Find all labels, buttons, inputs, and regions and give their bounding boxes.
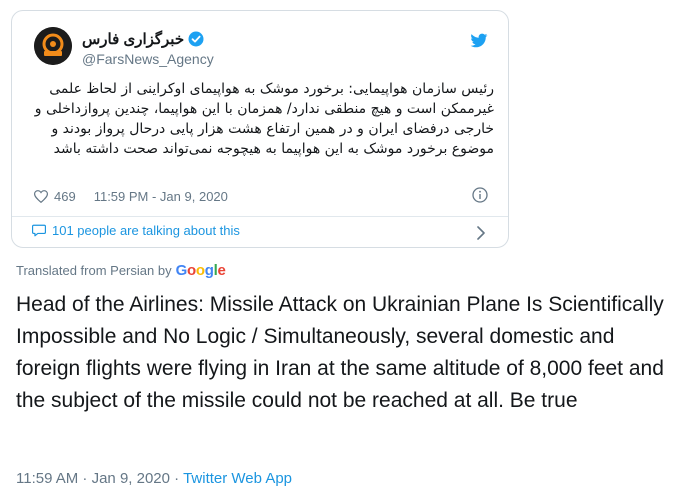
google-logo-letter: o (195, 262, 205, 279)
google-logo-letter: g (204, 262, 214, 279)
google-logo-letter: o (186, 262, 196, 279)
like-count[interactable]: 469 (54, 189, 76, 204)
account-name[interactable]: خبرگزاری فارس (82, 30, 184, 48)
translation-attribution[interactable]: Translated from Persian by Google (16, 262, 226, 279)
google-logo-letter: G (175, 262, 188, 279)
tweet-text: رئیس سازمان هواپیمایی: برخورد موشک به هو… (34, 81, 494, 157)
avatar[interactable] (34, 27, 72, 65)
talking-count-label[interactable]: 101 people are talking about this (52, 223, 240, 238)
account-handle[interactable]: @FarsNews_Agency (82, 51, 214, 67)
verified-badge-icon (188, 31, 204, 47)
divider (12, 216, 508, 217)
twitter-bird-icon[interactable] (470, 33, 488, 49)
google-logo: Google (176, 262, 226, 279)
info-icon[interactable] (472, 187, 488, 203)
chevron-right-icon[interactable] (476, 226, 486, 240)
google-logo-letter: e (217, 262, 226, 279)
source-app-link[interactable]: Twitter Web App (183, 470, 292, 487)
heart-icon[interactable] (34, 190, 48, 203)
embedded-tweet[interactable]: خبرگزاری فارس @FarsNews_Agency رئیس سازم… (11, 10, 509, 248)
footer-timestamp[interactable]: 11:59 AM · Jan 9, 2020 · (16, 470, 183, 487)
tweet-timestamp[interactable]: 11:59 PM - Jan 9, 2020 (94, 189, 228, 204)
conversation-link[interactable]: 101 people are talking about this (32, 223, 240, 238)
speech-bubble-icon (32, 224, 46, 237)
translated-text: Head of the Airlines: Missile Attack on … (16, 293, 664, 412)
translation-label: Translated from Persian by (16, 263, 172, 278)
tweet-footer: 11:59 AM · Jan 9, 2020 · Twitter Web App (16, 470, 292, 487)
